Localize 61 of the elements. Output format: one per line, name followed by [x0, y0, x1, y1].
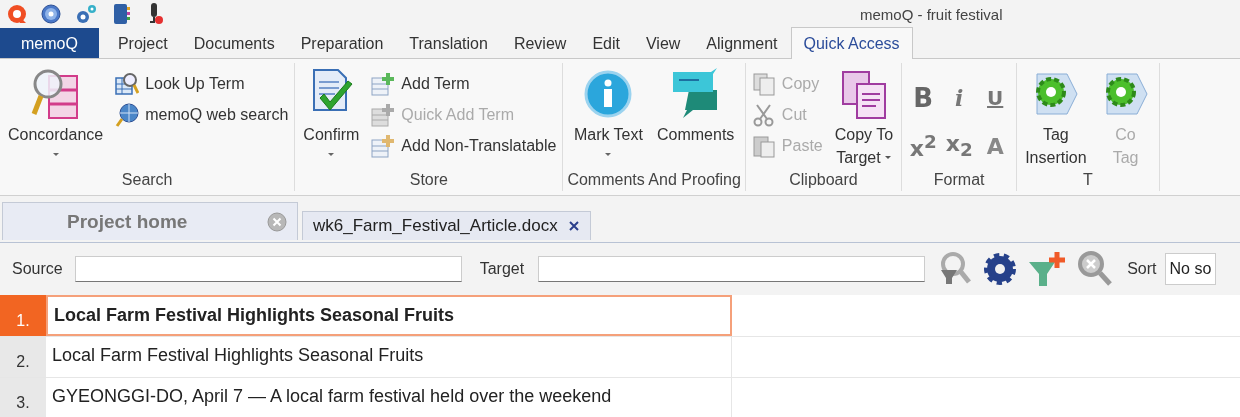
- ribbon-tab[interactable]: Preparation: [287, 28, 397, 58]
- group-label: Store: [409, 171, 448, 190]
- format-button[interactable]: x$^{2}$: [906, 129, 941, 163]
- format-button[interactable]: U: [978, 81, 1013, 115]
- group-label: T: [1082, 171, 1093, 190]
- scissors-icon: [751, 103, 776, 127]
- row-number: 3.: [0, 378, 46, 417]
- group-label: Clipboard: [789, 171, 858, 190]
- row-number: 1.: [0, 295, 46, 336]
- clipboard-icon: [751, 134, 776, 158]
- table-plus-icon: [371, 103, 396, 127]
- table-plus-icon: [371, 134, 396, 158]
- filter-add-icon[interactable]: [1027, 250, 1068, 288]
- format-button[interactable]: x$_{2}$: [942, 129, 977, 163]
- ribbon-button[interactable]: Concordance: [4, 65, 108, 171]
- document-tab[interactable]: wk6_Farm_Festival_Article.docx: [302, 211, 591, 240]
- ribbon-tab[interactable]: Translation: [396, 28, 501, 58]
- group-label: Format: [933, 171, 985, 190]
- ribbon-button[interactable]: Mark Text: [569, 65, 647, 171]
- copy-icon: [751, 72, 776, 96]
- ribbon-tab[interactable]: Alignment: [693, 28, 791, 58]
- ribbon-tab[interactable]: Quick Access: [790, 27, 913, 59]
- ribbon-button[interactable]: memoQ web search: [113, 100, 291, 130]
- ribbon-button[interactable]: Confirm: [299, 65, 364, 171]
- source-cell[interactable]: Local Farm Festival Highlights Seasonal Fruits: [46, 295, 732, 336]
- ribbon-tab[interactable]: Project: [104, 28, 181, 58]
- close-icon[interactable]: [567, 220, 580, 232]
- row-number: 2.: [0, 337, 46, 377]
- group-label: Comments And Proofing: [567, 171, 741, 190]
- app-menu-button[interactable]: memoQ: [0, 28, 99, 58]
- sort-label: Sort: [1127, 260, 1157, 278]
- globe-magnifier-icon: [115, 103, 140, 127]
- ribbon-button[interactable]: Copy To Target: [830, 65, 898, 171]
- target-filter-field[interactable]: [538, 256, 926, 282]
- format-button[interactable]: i: [942, 81, 977, 115]
- group-label: Search: [121, 171, 173, 190]
- source-cell[interactable]: Local Farm Festival Highlights Seasonal Fruits: [46, 337, 732, 377]
- info-icon: [583, 68, 634, 120]
- format-button[interactable]: B: [906, 81, 941, 115]
- ribbon-button[interactable]: Tag Insertion: [1021, 65, 1091, 171]
- help-icon[interactable]: [40, 3, 62, 25]
- ribbon-button[interactable]: Add Non-Translatable: [369, 131, 559, 161]
- ribbon-button[interactable]: Look Up Term: [113, 69, 291, 99]
- ribbon-tab[interactable]: Documents: [180, 28, 288, 58]
- target-label: Target: [479, 260, 525, 278]
- ribbon-button[interactable]: Add Term: [369, 69, 559, 99]
- magnifier-table-icon: [115, 72, 140, 96]
- sort-dropdown[interactable]: No so: [1164, 253, 1217, 285]
- ribbon-button[interactable]: Comments: [652, 65, 739, 171]
- gears-icon[interactable]: [74, 3, 98, 25]
- source-label: Source: [12, 260, 63, 278]
- document-tab[interactable]: Project home: [2, 202, 298, 240]
- source-filter-field[interactable]: [74, 256, 462, 282]
- source-cell[interactable]: GYEONGGI-DO, April 7 — A local farm festival held over the weekend: [46, 378, 732, 417]
- ribbon-tab[interactable]: View: [632, 28, 694, 58]
- magnifier-table-icon: [30, 68, 81, 120]
- window-title: memoQ - fruit festival: [860, 5, 1003, 23]
- ribbon-tab[interactable]: Review: [500, 28, 580, 58]
- ribbon-tab[interactable]: Edit: [579, 28, 633, 58]
- app-logo-icon[interactable]: [6, 3, 28, 25]
- table-plus-icon: [371, 72, 396, 96]
